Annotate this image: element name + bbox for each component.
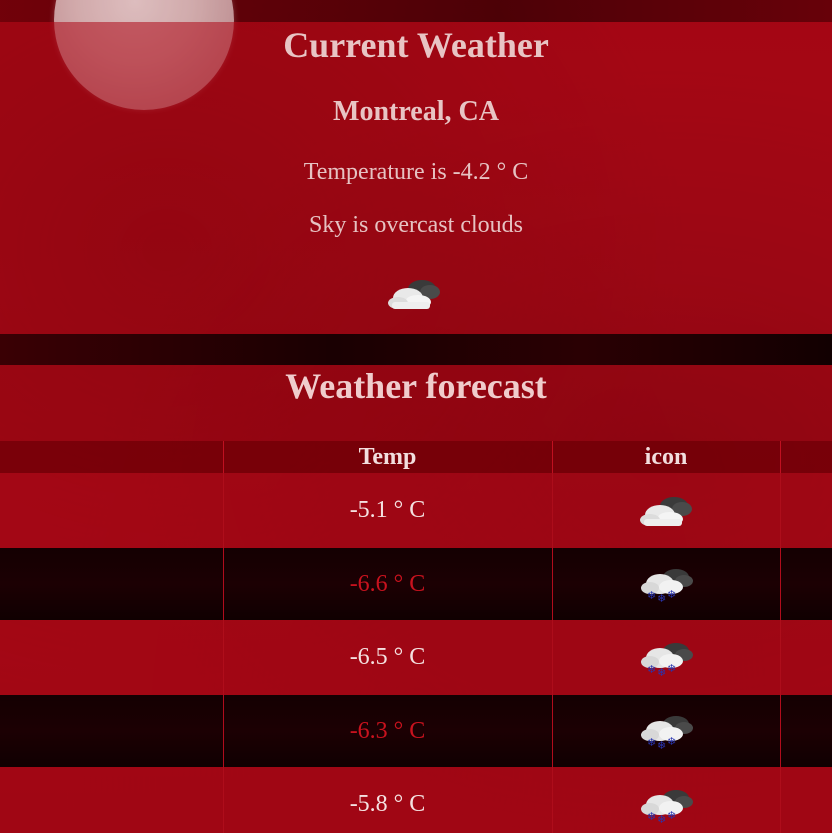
forecast-temp: -5.8 ° C (222, 767, 552, 833)
header-blank (0, 441, 223, 473)
svg-text:❄: ❄ (667, 735, 676, 748)
header-icon: icon (551, 441, 780, 473)
svg-text:❄: ❄ (647, 736, 656, 749)
snow-clouds-icon: ❄ ❄ ❄ (641, 716, 693, 749)
snow-clouds-icon: ❄ ❄ ❄ (641, 642, 693, 676)
forecast-row: -6.6 ° C ❄ ❄ ❄ (0, 548, 832, 620)
weather-forecast-panel: Weather forecast Temp icon -5.1 ° C -6.6 … (0, 365, 832, 833)
forecast-row: -6.3 ° C ❄ ❄ ❄ (0, 695, 832, 767)
overcast-clouds-icon (640, 496, 692, 526)
section-separator (0, 334, 832, 365)
current-weather-panel: Current Weather Montreal, CA Temperature… (0, 22, 832, 334)
svg-text:❄: ❄ (647, 810, 656, 823)
location-name: Montreal, CA (333, 96, 499, 127)
snow-clouds-icon: ❄ ❄ ❄ (641, 569, 693, 602)
forecast-blank-cell (0, 695, 223, 767)
svg-text:❄: ❄ (647, 589, 656, 602)
forecast-extra-cell (779, 473, 832, 548)
svg-text:❄: ❄ (657, 739, 666, 749)
snow-clouds-icon: ❄ ❄ ❄ (641, 789, 693, 823)
overcast-clouds-icon (388, 280, 440, 309)
forecast-temp: -5.1 ° C (222, 473, 552, 548)
svg-text:❄: ❄ (667, 809, 676, 822)
header-temp: Temp (222, 441, 552, 473)
forecast-blank-cell (0, 548, 223, 620)
forecast-blank-cell (0, 767, 223, 833)
forecast-header-row: Temp icon (0, 441, 832, 473)
header-extra (779, 441, 832, 473)
svg-text:❄: ❄ (657, 813, 666, 823)
forecast-temp: -6.6 ° C (222, 548, 552, 620)
forecast-extra-cell (779, 695, 832, 767)
current-sky-description: Sky is overcast clouds (309, 212, 523, 238)
svg-text:❄: ❄ (657, 666, 666, 676)
current-temperature: Temperature is -4.2 ° C (303, 159, 529, 185)
forecast-extra-cell (779, 548, 832, 620)
forecast-icon-cell: ❄ ❄ ❄ (551, 695, 780, 767)
forecast-title: Weather forecast (0, 365, 832, 441)
forecast-icon-cell: ❄ ❄ ❄ (551, 548, 780, 620)
forecast-temp: -6.3 ° C (222, 695, 552, 767)
forecast-icon-cell (551, 473, 780, 548)
forecast-icon-cell: ❄ ❄ ❄ (551, 767, 780, 833)
forecast-row: -5.8 ° C ❄ ❄ ❄ (0, 767, 832, 833)
forecast-extra-cell (779, 767, 832, 833)
forecast-extra-cell (779, 620, 832, 695)
svg-text:❄: ❄ (647, 663, 656, 676)
svg-text:❄: ❄ (667, 662, 676, 675)
forecast-row: -5.1 ° C (0, 473, 832, 548)
svg-text:❄: ❄ (657, 592, 666, 602)
forecast-table: Temp icon -5.1 ° C -6.6 ° C ❄ ❄ ❄ -6.5 ° C ❄ ❄ ❄… (0, 441, 832, 833)
forecast-row: -6.5 ° C ❄ ❄ ❄ (0, 620, 832, 695)
forecast-blank-cell (0, 620, 223, 695)
forecast-icon-cell: ❄ ❄ ❄ (551, 620, 780, 695)
svg-text:❄: ❄ (667, 588, 676, 601)
forecast-temp: -6.5 ° C (222, 620, 552, 695)
forecast-blank-cell (0, 473, 223, 548)
current-weather-title: Current Weather (283, 25, 549, 65)
